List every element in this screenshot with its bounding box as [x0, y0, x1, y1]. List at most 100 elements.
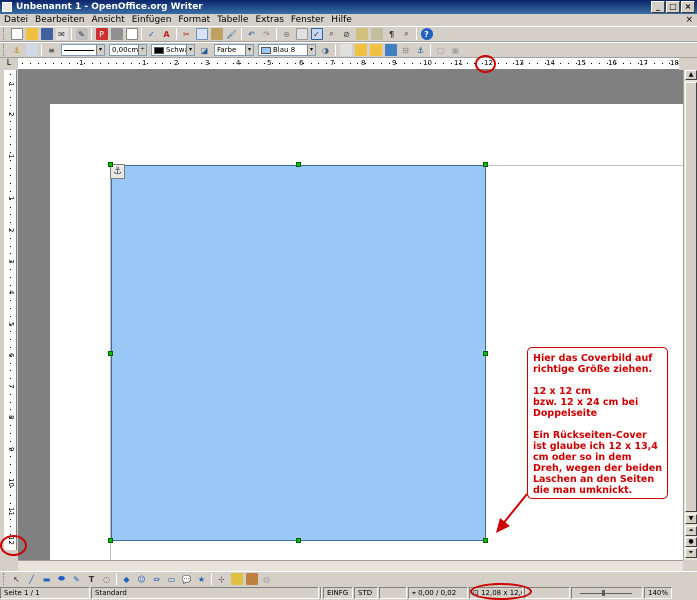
ungroup-icon[interactable]: ▣ [450, 44, 462, 56]
resize-handle-top-right[interactable] [483, 162, 488, 167]
cut-icon[interactable]: ✂ [181, 28, 193, 40]
callout-shapes-icon[interactable]: 💬 [181, 573, 193, 585]
group-icon[interactable]: ▢ [435, 44, 447, 56]
area-color-select[interactable]: Blau 8 ▾ [258, 44, 316, 56]
alignment-icon[interactable]: ⊟ [400, 44, 412, 56]
toolbar-grip[interactable] [3, 573, 6, 585]
scroll-up-button[interactable]: ▲ [685, 70, 697, 80]
resize-handle-left[interactable] [108, 351, 113, 356]
toolbar-grip[interactable] [3, 28, 6, 40]
email-icon[interactable]: ✉ [55, 28, 68, 40]
ellipse-tool-icon[interactable]: ⬬ [56, 573, 68, 585]
resize-handle-top[interactable] [296, 162, 301, 167]
stars-icon[interactable]: ★ [196, 573, 208, 585]
basic-shapes-icon[interactable]: ◆ [121, 573, 133, 585]
help-icon[interactable]: ? [420, 28, 433, 40]
open-icon[interactable] [25, 28, 38, 40]
area-style-select[interactable]: Farbe ▾ [214, 44, 254, 56]
select-arrow-icon[interactable]: ↖ [11, 573, 23, 585]
maximize-button[interactable]: □ [666, 1, 680, 13]
menu-ansicht[interactable]: Ansicht [91, 15, 124, 25]
cover-image-shape[interactable] [111, 165, 486, 541]
resize-handle-bottom[interactable] [296, 538, 301, 543]
selection-mode[interactable]: STD [354, 587, 378, 599]
undo-icon[interactable]: ↶ [246, 28, 258, 40]
paste-icon[interactable] [210, 28, 223, 40]
close-document-icon[interactable]: × [685, 15, 693, 25]
menu-bearbeiten[interactable]: Bearbeiten [35, 15, 84, 25]
vertical-scrollbar[interactable]: ▲ ▼ ⏶ ● ⏷ [683, 70, 697, 560]
wrap-icon[interactable] [25, 44, 38, 56]
line-width-field[interactable]: 0,00cm ÷ [109, 44, 147, 56]
nonprinting-characters-icon[interactable]: ¶ [386, 28, 398, 40]
insert-mode[interactable]: EINFG [323, 587, 353, 599]
rectangle-tool-icon[interactable]: ▬ [41, 573, 53, 585]
resize-handle-top-left[interactable] [108, 162, 113, 167]
navigator-icon[interactable]: ⊘ [341, 28, 353, 40]
to-background-icon[interactable] [384, 44, 397, 56]
block-arrows-icon[interactable]: ⇔ [151, 573, 163, 585]
previous-page-icon[interactable]: ⏶ [685, 526, 697, 536]
zoom-slider[interactable] [571, 587, 643, 599]
save-icon[interactable] [40, 28, 53, 40]
redo-icon[interactable]: ↷ [261, 28, 273, 40]
scroll-down-button[interactable]: ▼ [685, 514, 697, 524]
minimize-button[interactable]: _ [651, 1, 665, 13]
close-button[interactable]: × [681, 1, 695, 13]
page-style[interactable]: Standard [91, 587, 319, 599]
menu-extras[interactable]: Extras [255, 15, 283, 25]
view-layout[interactable] [524, 587, 570, 599]
fontwork-gallery-icon[interactable] [230, 573, 243, 585]
horizontal-scrollbar[interactable] [18, 560, 683, 571]
callouts-tool-icon[interactable]: ◌ [101, 573, 113, 585]
ruler-tab-selector[interactable]: L [0, 58, 18, 70]
menu-hilfe[interactable]: Hilfe [331, 15, 351, 25]
menu-einfuegen[interactable]: Einfügen [132, 15, 172, 25]
new-document-icon[interactable] [10, 28, 23, 40]
line-style-icon[interactable]: ≡ [46, 44, 58, 56]
flowchart-icon[interactable]: ▭ [166, 573, 178, 585]
menu-tabelle[interactable]: Tabelle [217, 15, 248, 25]
print-icon[interactable] [110, 28, 123, 40]
page-indicator[interactable]: Seite 1 / 1 [0, 587, 90, 599]
spellcheck-icon[interactable]: ✓ [146, 28, 158, 40]
symbol-shapes-icon[interactable]: ☺ [136, 573, 148, 585]
show-draw-functions-icon[interactable]: ✓ [310, 28, 323, 40]
to-foreground-icon[interactable] [369, 44, 382, 56]
menu-datei[interactable]: Datei [4, 15, 28, 25]
toolbar-grip[interactable] [3, 44, 6, 56]
gallery-icon[interactable] [355, 28, 368, 40]
find-replace-icon[interactable]: ⌕ [326, 28, 338, 40]
menu-fenster[interactable]: Fenster [291, 15, 324, 25]
horizontal-ruler[interactable]: 1 1 2 3 4 5 6 7 8 9 10 11 12 13 14 15 16 17 18 [18, 58, 679, 70]
format-paintbrush-icon[interactable]: 🖌 [226, 28, 238, 40]
line-style-select[interactable]: ▾ [61, 44, 105, 56]
freeform-tool-icon[interactable]: ✎ [71, 573, 83, 585]
data-sources-icon[interactable] [370, 28, 383, 40]
bring-to-front-icon[interactable] [339, 44, 352, 56]
points-icon[interactable]: ⊹ [216, 573, 228, 585]
anchor-icon[interactable]: ⚓ [11, 44, 23, 56]
resize-handle-bottom-left[interactable] [108, 538, 113, 543]
zoom-level[interactable]: 140% [644, 587, 672, 599]
extrusion-icon[interactable]: ◍ [261, 573, 273, 585]
vertical-ruler[interactable]: 1 2 1 1 2 3 4 5 6 7 8 9 10 11 12 [4, 70, 17, 550]
navigation-icon[interactable]: ● [685, 537, 697, 547]
export-pdf-icon[interactable]: P [95, 28, 108, 40]
zoom-icon[interactable]: ⌕ [401, 28, 413, 40]
area-icon[interactable]: ◪ [199, 44, 211, 56]
resize-handle-bottom-right[interactable] [483, 538, 488, 543]
menu-format[interactable]: Format [178, 15, 210, 25]
shadow-icon[interactable]: ◑ [320, 44, 332, 56]
document-modified[interactable] [379, 587, 407, 599]
from-file-icon[interactable] [245, 573, 258, 585]
copy-icon[interactable] [195, 28, 208, 40]
change-anchor-icon[interactable]: ⚓ [415, 44, 427, 56]
edit-file-icon[interactable]: ✎ [75, 28, 88, 40]
send-to-back-icon[interactable] [354, 44, 367, 56]
autospellcheck-icon[interactable]: A [161, 28, 173, 40]
scroll-thumb[interactable] [685, 82, 697, 512]
next-page-icon[interactable]: ⏷ [685, 548, 697, 558]
line-color-select[interactable]: Schwarz ▾ [151, 44, 195, 56]
resize-handle-right[interactable] [483, 351, 488, 356]
